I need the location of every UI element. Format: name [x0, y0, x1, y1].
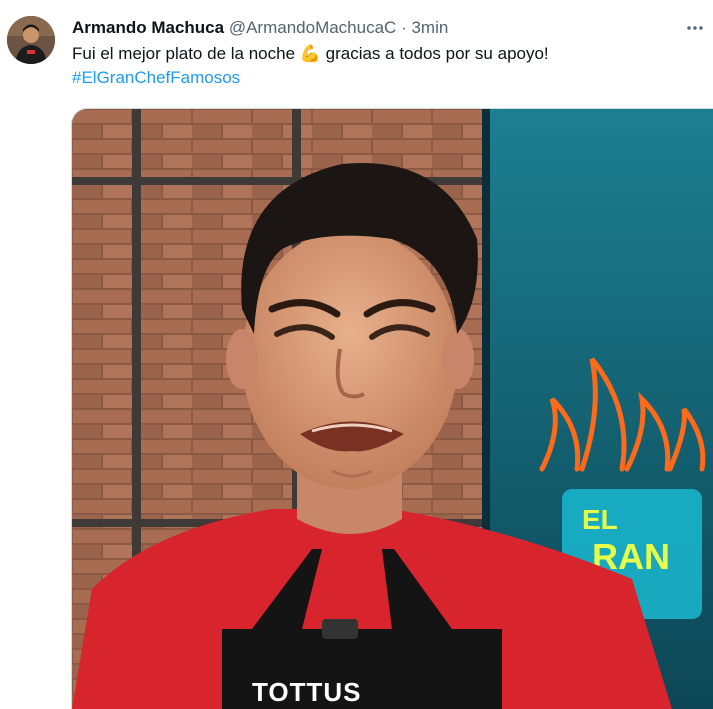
sign-text: EL — [582, 504, 618, 535]
separator-dot: · — [401, 18, 407, 37]
more-icon[interactable] — [683, 16, 707, 40]
author-handle[interactable]: @ArmandoMachucaC — [229, 18, 397, 37]
author-name[interactable]: Armando Machuca — [72, 18, 224, 37]
apron-logo-text: TOTTUS — [252, 677, 362, 707]
avatar[interactable] — [7, 16, 55, 64]
tweet-header: Armando Machuca @ArmandoMachucaC · 3min — [72, 16, 673, 40]
media-image: EL RAN — [72, 109, 713, 709]
tweet-text: Fui el mejor plato de la noche 💪 gracias… — [72, 42, 701, 90]
timestamp[interactable]: 3min — [411, 18, 448, 37]
tweet-media[interactable]: EL RAN TOTTUS — [71, 108, 713, 709]
avatar-image — [7, 16, 55, 64]
hashtag-link[interactable]: #ElGranChefFamosos — [72, 66, 701, 90]
tweet-text-line: Fui el mejor plato de la noche 💪 gracias… — [72, 44, 549, 63]
tweet: Armando Machuca @ArmandoMachucaC · 3min … — [0, 0, 713, 709]
